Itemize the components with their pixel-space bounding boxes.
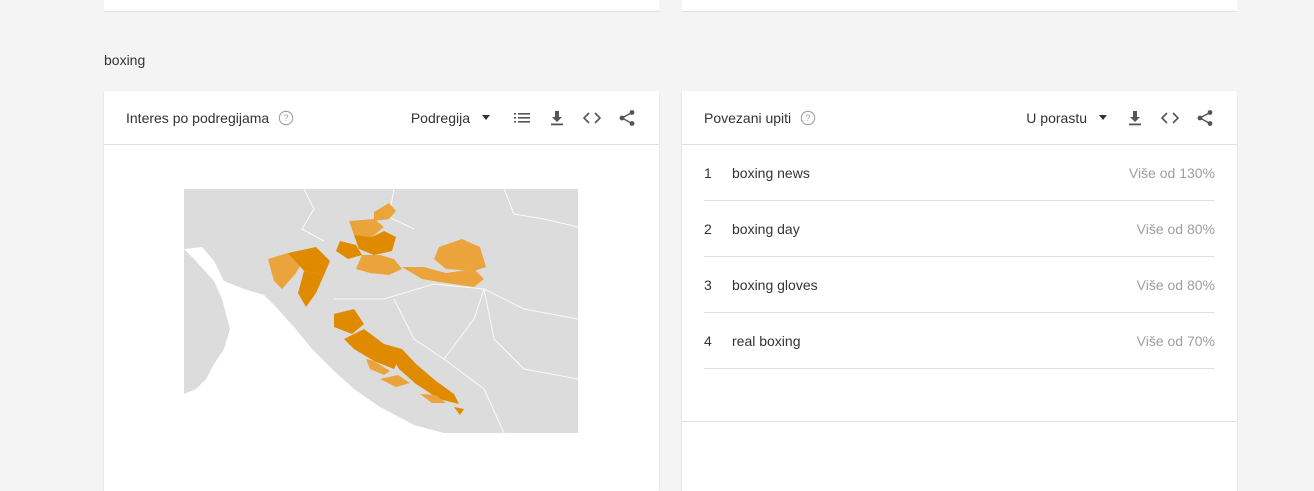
query-link[interactable]: boxing news <box>732 165 810 181</box>
previous-card-left <box>104 0 659 12</box>
embed-icon[interactable] <box>582 108 602 128</box>
subregion-interest-card: Interes po podregijama ? Podregija <box>104 91 659 491</box>
related-queries-card: Povezani upiti ? U porastu 1 boxing news… <box>682 91 1237 491</box>
related-queries-list: 1 boxing news Više od 130% 2 boxing day … <box>682 145 1237 369</box>
card-title: Interes po podregijama <box>126 109 270 126</box>
divider <box>682 421 1237 422</box>
query-link[interactable]: boxing gloves <box>732 277 818 293</box>
help-icon[interactable]: ? <box>800 110 816 126</box>
dropdown-arrow-icon <box>482 115 490 120</box>
rise-value: Više od 130% <box>1128 164 1215 181</box>
list-item[interactable]: 1 boxing news Više od 130% <box>704 145 1215 201</box>
rise-value: Više od 80% <box>1136 276 1215 293</box>
rise-value: Više od 70% <box>1136 332 1215 349</box>
download-icon[interactable] <box>547 108 567 128</box>
query-link[interactable]: boxing day <box>732 221 800 237</box>
header-tools: U porastu <box>1026 108 1215 128</box>
sort-dropdown[interactable]: U porastu <box>1026 110 1107 126</box>
help-icon[interactable]: ? <box>278 110 294 126</box>
rank-number: 1 <box>704 164 712 181</box>
embed-icon[interactable] <box>1160 108 1180 128</box>
region-map <box>184 188 579 438</box>
resolution-dropdown[interactable]: Podregija <box>411 110 490 126</box>
dropdown-arrow-icon <box>1099 115 1107 120</box>
dropdown-label: U porastu <box>1026 109 1087 126</box>
card-header: Interes po podregijama ? Podregija <box>104 91 659 145</box>
rank-number: 3 <box>704 276 712 293</box>
rise-value: Više od 80% <box>1136 220 1215 237</box>
download-icon[interactable] <box>1125 108 1145 128</box>
rank-number: 4 <box>704 332 712 349</box>
svg-text:?: ? <box>806 113 811 123</box>
dropdown-label: Podregija <box>410 109 470 126</box>
list-view-icon[interactable] <box>512 108 532 128</box>
svg-text:?: ? <box>284 113 289 123</box>
list-item[interactable]: 3 boxing gloves Više od 80% <box>704 257 1215 313</box>
share-icon[interactable] <box>1195 108 1215 128</box>
previous-card-right <box>682 0 1237 12</box>
card-header: Povezani upiti ? U porastu <box>682 91 1237 145</box>
header-tools: Podregija <box>411 108 637 128</box>
card-title: Povezani upiti <box>704 109 792 126</box>
rank-number: 2 <box>704 220 712 237</box>
section-title: boxing <box>104 52 146 68</box>
share-icon[interactable] <box>617 108 637 128</box>
list-item[interactable]: 2 boxing day Više od 80% <box>704 201 1215 257</box>
list-item[interactable]: 4 real boxing Više od 70% <box>704 313 1215 369</box>
query-link[interactable]: real boxing <box>732 333 801 349</box>
